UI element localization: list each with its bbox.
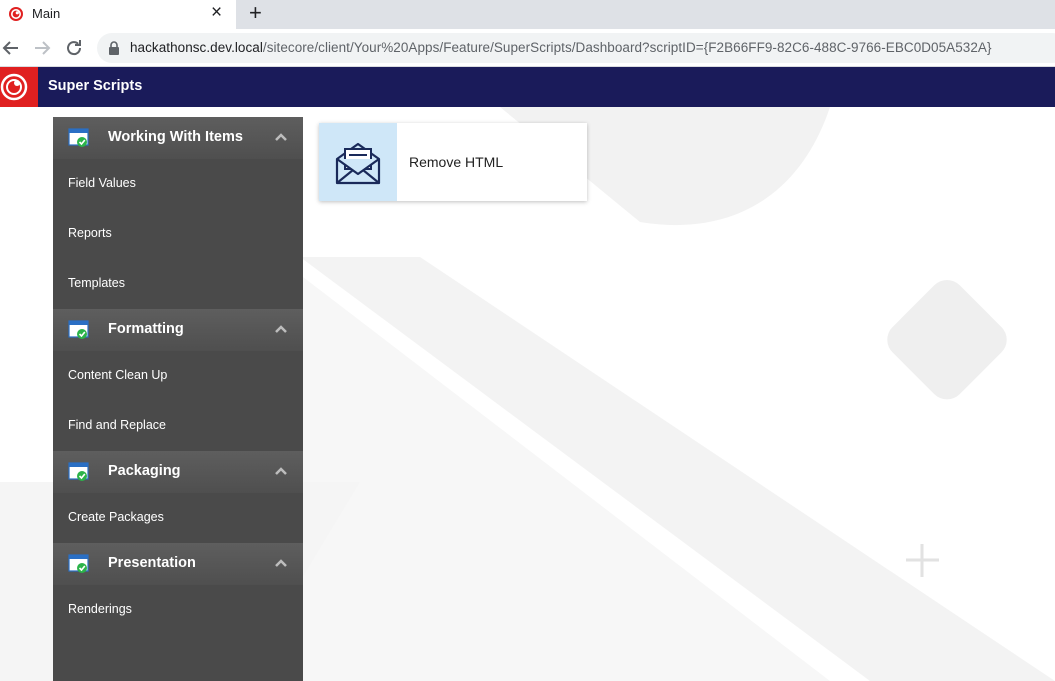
url-text: hackathonsc.dev.local/sitecore/client/Yo… [130, 40, 992, 55]
section-title: Working With Items [108, 129, 243, 145]
tab-close-icon[interactable]: × [211, 3, 222, 23]
tab-title: Main [32, 6, 61, 21]
app-title: Super Scripts [48, 78, 143, 94]
window-check-icon [68, 128, 89, 147]
window-check-icon [68, 462, 89, 481]
back-arrow-icon[interactable] [0, 37, 22, 59]
window-check-icon [68, 554, 89, 573]
section-header-formatting[interactable]: Formatting [53, 309, 303, 351]
sidebar-item-content-clean-up[interactable]: Content Clean Up [53, 351, 303, 401]
card-label: Remove HTML [409, 154, 504, 170]
address-bar[interactable]: hackathonsc.dev.local/sitecore/client/Yo… [97, 33, 1055, 63]
lock-icon [109, 41, 119, 55]
sidebar-item-label: Find and Replace [68, 418, 166, 432]
reload-icon[interactable] [63, 37, 85, 59]
sidebar-item-field-values[interactable]: Field Values [53, 159, 303, 209]
browser-toolbar: hackathonsc.dev.local/sitecore/client/Yo… [0, 29, 1055, 67]
section-header-working-with-items[interactable]: Working With Items [53, 117, 303, 159]
browser-tab-strip: Main × + [0, 0, 1055, 29]
sidebar-item-reports[interactable]: Reports [53, 209, 303, 259]
sidebar-item-templates[interactable]: Templates [53, 259, 303, 309]
new-tab-icon[interactable]: + [249, 1, 262, 25]
section-title: Formatting [108, 321, 184, 337]
window-check-icon [68, 320, 89, 339]
sitecore-favicon-icon [9, 7, 23, 21]
chevron-up-icon[interactable] [274, 132, 288, 142]
sidebar-item-renderings[interactable]: Renderings [53, 585, 303, 635]
sidebar-item-label: Content Clean Up [68, 368, 168, 382]
browser-tab-main[interactable]: Main × [0, 0, 236, 29]
sidebar-item-label: Reports [68, 226, 112, 240]
section-title: Packaging [108, 463, 181, 479]
forward-arrow-icon[interactable] [31, 37, 53, 59]
sidebar-item-label: Create Packages [68, 510, 164, 524]
app-header: Super Scripts [0, 67, 1055, 107]
chevron-up-icon[interactable] [274, 324, 288, 334]
section-header-packaging[interactable]: Packaging [53, 451, 303, 493]
sitecore-logo[interactable] [0, 67, 38, 107]
section-title: Presentation [108, 555, 196, 571]
sidebar-item-label: Field Values [68, 176, 136, 190]
sidebar: Working With Items Field Values Reports … [53, 117, 303, 681]
sitecore-logo-icon [0, 73, 28, 101]
sidebar-item-label: Templates [68, 276, 125, 290]
chevron-up-icon[interactable] [274, 558, 288, 568]
card-icon-box [319, 123, 397, 201]
section-header-presentation[interactable]: Presentation [53, 543, 303, 585]
script-card-remove-html[interactable]: Remove HTML [319, 123, 587, 201]
sidebar-item-label: Renderings [68, 602, 132, 616]
chevron-up-icon[interactable] [274, 466, 288, 476]
sidebar-item-create-packages[interactable]: Create Packages [53, 493, 303, 543]
sidebar-item-find-and-replace[interactable]: Find and Replace [53, 401, 303, 451]
envelope-icon [335, 142, 381, 185]
